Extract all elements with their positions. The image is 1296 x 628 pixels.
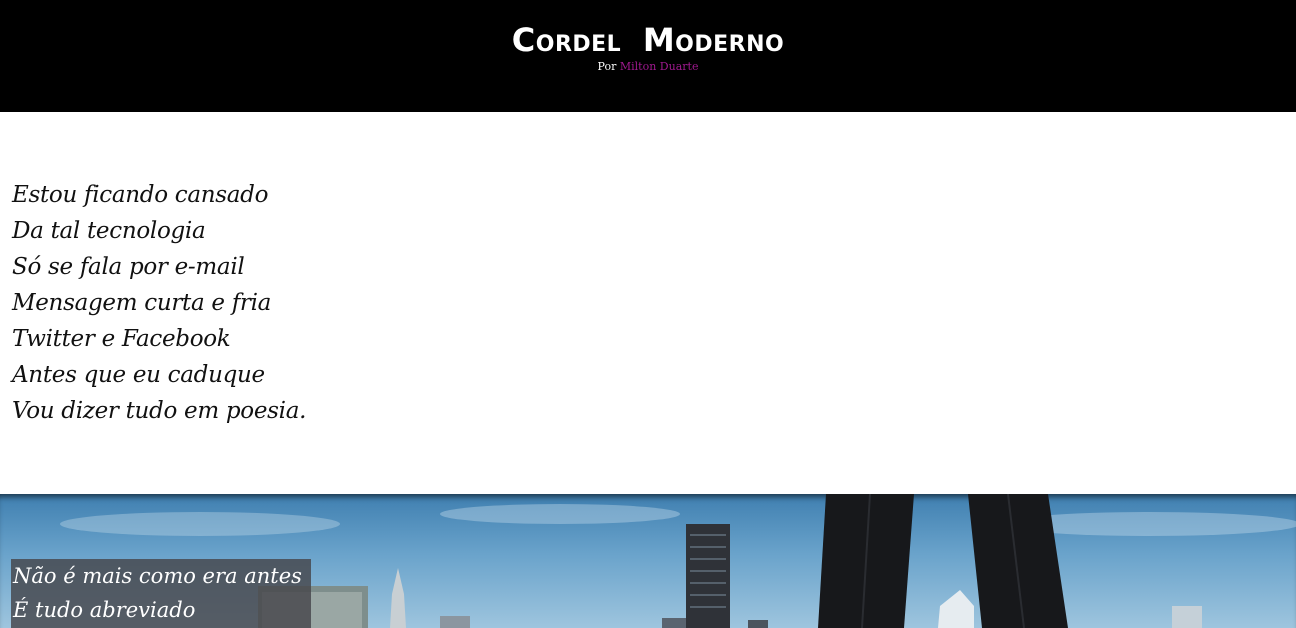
cloud (60, 512, 340, 536)
poem-line: Só se fala por e-mail (12, 254, 245, 280)
byline-prefix: Por (597, 60, 617, 73)
poem-line: Vou dizer tudo em poesia. (12, 398, 307, 424)
poem-line: Antes que eu caduque (12, 362, 265, 388)
building (440, 616, 470, 628)
city-skyline-photo: Não é mais como era antes É tudo abrevia… (0, 494, 1296, 628)
photo-caption-box: Não é mais como era antes É tudo abrevia… (11, 559, 311, 628)
poem-line: Twitter e Facebook (12, 326, 231, 352)
caption-line: É tudo abreviado (13, 598, 196, 622)
site-title[interactable]: Cordel Moderno (0, 20, 1296, 60)
building (748, 620, 768, 628)
spire-building (390, 568, 406, 628)
building (1172, 606, 1202, 628)
building (662, 618, 686, 628)
caption-line: Não é mais como era antes (13, 564, 302, 588)
poem-stanza: Estou ficando cansado Da tal tecnologia … (12, 177, 306, 429)
cloud (440, 504, 680, 524)
poem-line: Mensagem curta e fria (12, 290, 272, 316)
byline: Por Milton Duarte (0, 60, 1296, 74)
site-header: Cordel Moderno Por Milton Duarte (0, 0, 1296, 112)
building (938, 590, 974, 628)
person-leg (968, 494, 1068, 628)
tower-building (686, 524, 730, 628)
author-link[interactable]: Milton Duarte (620, 60, 699, 73)
poem-line: Da tal tecnologia (12, 218, 206, 244)
poem-line: Estou ficando cansado (12, 182, 269, 208)
